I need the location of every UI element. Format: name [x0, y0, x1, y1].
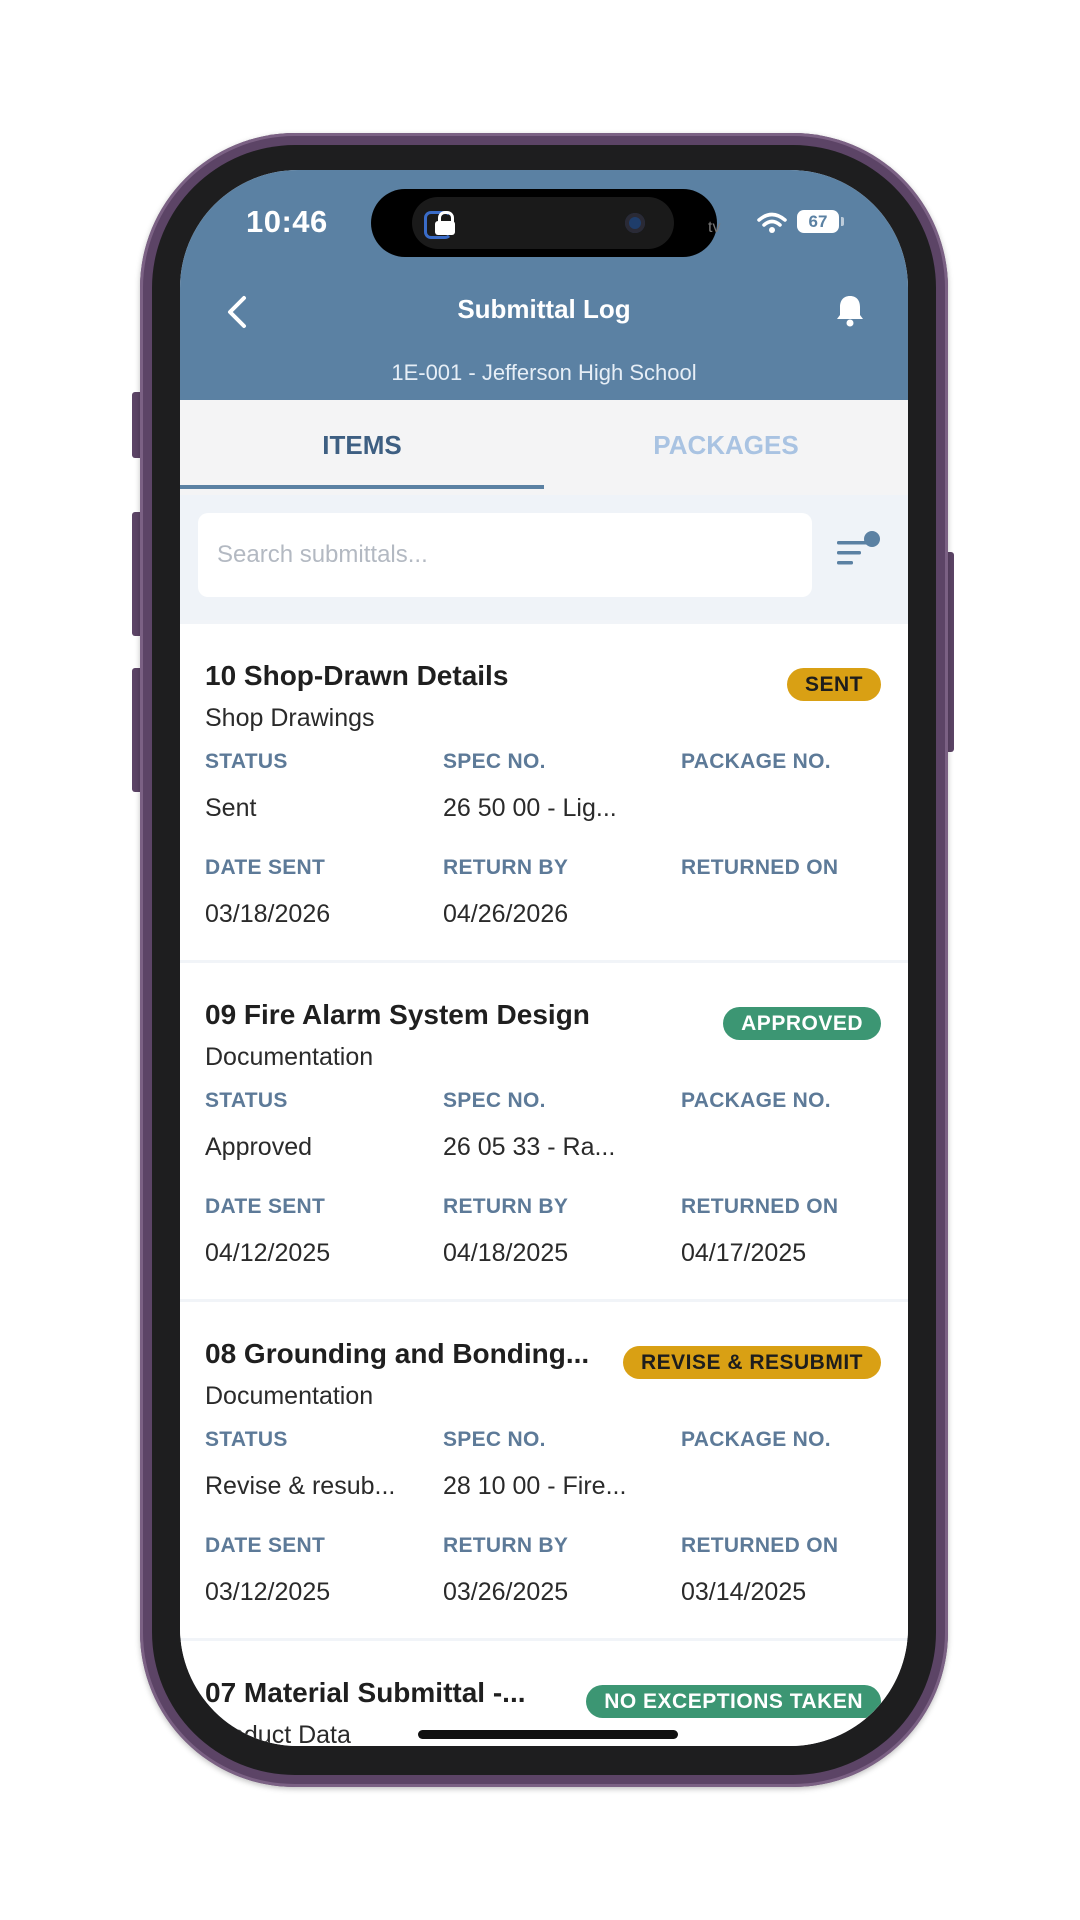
submittal-type: Product Data: [205, 1721, 351, 1746]
wifi-icon: [757, 212, 787, 233]
camera-icon: [625, 213, 645, 233]
date-sent-value: 04/12/2025: [205, 1239, 331, 1267]
returned-on-value: 04/17/2025: [681, 1239, 807, 1267]
status-badge: APPROVED: [723, 1007, 881, 1040]
spec-no-value: 26 50 00 - Lig...: [443, 794, 617, 822]
battery-tip: [841, 217, 844, 226]
date-sent-label: DATE SENT: [205, 1534, 326, 1557]
returned-on-label: RETURNED ON: [681, 1534, 839, 1557]
submittal-title: 10 Shop-Drawn Details: [205, 660, 509, 691]
spec-no-label: SPEC NO.: [443, 1089, 546, 1112]
return-by-label: RETURN BY: [443, 1195, 569, 1218]
returned-on-value: 03/14/2025: [681, 1578, 807, 1606]
page-title: Submittal Log: [457, 294, 631, 324]
tab-items[interactable]: ITEMS: [180, 400, 544, 495]
status-value: Revise & resub...: [205, 1472, 396, 1500]
submittal-type: Documentation: [205, 1043, 374, 1071]
return-by-label: RETURN BY: [443, 856, 569, 879]
date-sent-label: DATE SENT: [205, 856, 326, 879]
date-sent-label: DATE SENT: [205, 1195, 326, 1218]
submittal-title: 07 Material Submittal -...: [205, 1677, 526, 1708]
status-badge: REVISE & RESUBMIT: [622, 1346, 881, 1379]
submittal-title: 09 Fire Alarm System Design: [205, 999, 590, 1030]
submittal-type: Documentation: [205, 1382, 374, 1410]
filter-icon[interactable]: [833, 527, 885, 579]
search-input[interactable]: [198, 513, 812, 597]
app-screen: 10:46 tv 67 Submittal Log 1E-001 - Jeffe…: [180, 170, 908, 1746]
app-header: 10:46 tv 67 Submittal Log 1E-001 - Jeffe…: [180, 170, 908, 400]
package-no-label: PACKAGE NO.: [681, 1428, 831, 1451]
submittal-card[interactable]: 08 Grounding and Bonding... REVISE & RES…: [180, 1302, 908, 1638]
live-activity[interactable]: tv: [412, 197, 720, 249]
date-sent-value: 03/12/2025: [205, 1578, 331, 1606]
tab-active-indicator: [180, 485, 544, 489]
returned-on-label: RETURNED ON: [681, 1195, 839, 1218]
return-by-value: 04/18/2025: [443, 1239, 569, 1267]
status-badge: SENT: [786, 668, 881, 701]
submittal-card[interactable]: 09 Fire Alarm System Design APPROVED Doc…: [180, 963, 908, 1299]
tab-bar: ITEMS PACKAGES: [180, 400, 908, 495]
submittal-title: 08 Grounding and Bonding...: [205, 1338, 590, 1369]
bell-icon[interactable]: [830, 290, 870, 330]
submittal-type: Shop Drawings: [205, 704, 375, 732]
status-value: Approved: [205, 1133, 313, 1161]
island-tv-label: tv: [708, 219, 721, 236]
return-by-value: 04/26/2026: [443, 900, 569, 928]
status-label: STATUS: [205, 1089, 288, 1112]
battery-icon: 67: [797, 210, 839, 233]
status-label: STATUS: [205, 750, 288, 773]
spec-no-value: 28 10 00 - Fire...: [443, 1472, 627, 1500]
submittal-card[interactable]: 10 Shop-Drawn Details SENT Shop Drawings…: [180, 624, 908, 960]
project-subtitle: 1E-001 - Jefferson High School: [391, 360, 697, 385]
tab-packages[interactable]: PACKAGES: [544, 400, 908, 495]
status-value: Sent: [205, 794, 257, 822]
return-by-value: 03/26/2025: [443, 1578, 569, 1606]
status-label: STATUS: [205, 1428, 288, 1451]
package-no-label: PACKAGE NO.: [681, 1089, 831, 1112]
package-no-label: PACKAGE NO.: [681, 750, 831, 773]
home-indicator[interactable]: [418, 1730, 678, 1739]
return-by-label: RETURN BY: [443, 1534, 569, 1557]
status-time: 10:46: [246, 204, 328, 239]
returned-on-label: RETURNED ON: [681, 856, 839, 879]
date-sent-value: 03/18/2026: [205, 900, 331, 928]
status-badge: NO EXCEPTIONS TAKEN: [586, 1685, 881, 1718]
spec-no-label: SPEC NO.: [443, 1428, 546, 1451]
dynamic-island: tv: [371, 189, 720, 257]
spec-no-label: SPEC NO.: [443, 750, 546, 773]
lock-icon: [434, 211, 456, 235]
spec-no-value: 26 05 33 - Ra...: [443, 1133, 616, 1161]
